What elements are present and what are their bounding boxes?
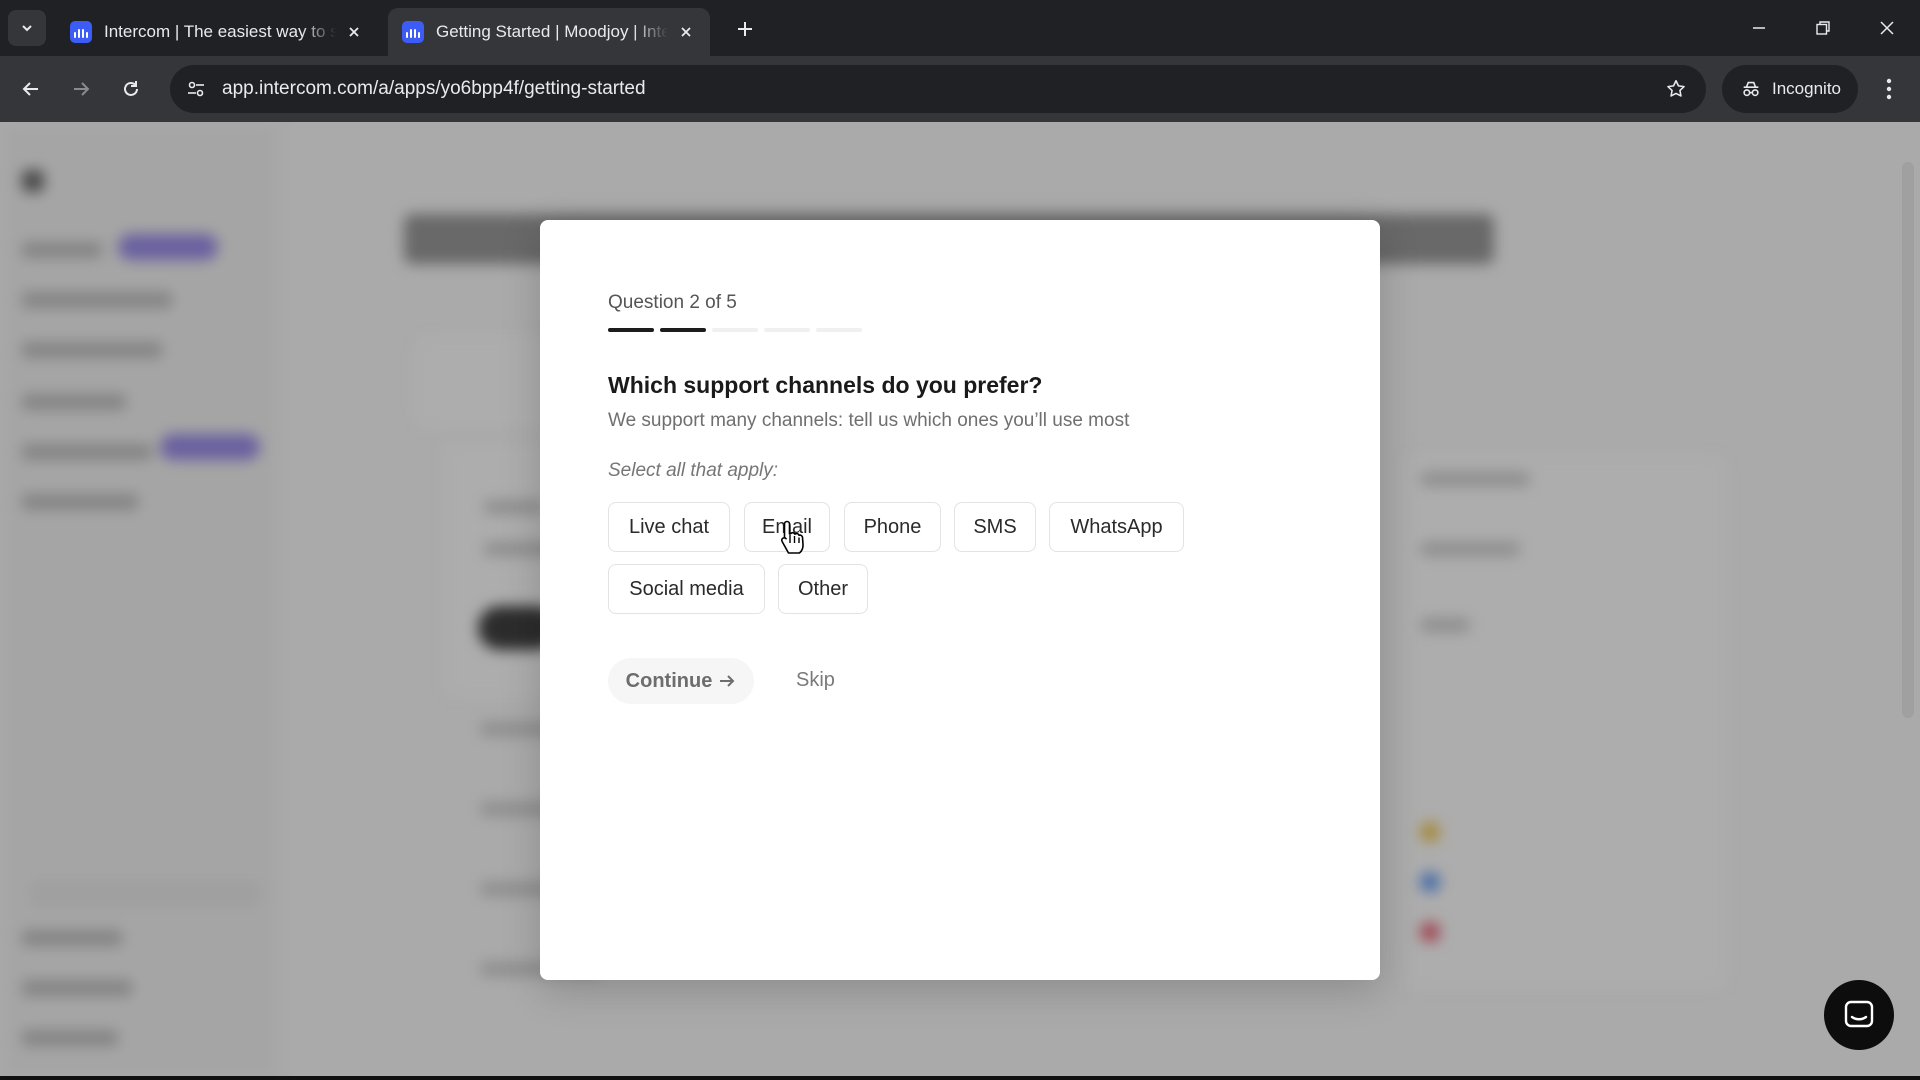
new-tab-button[interactable] <box>730 14 760 44</box>
reload-button[interactable] <box>114 72 148 106</box>
question-hint: Select all that apply: <box>608 460 779 481</box>
more-vertical-icon <box>1886 78 1892 100</box>
intercom-logo-icon <box>70 21 92 43</box>
progress-segment <box>764 328 810 332</box>
tune-icon <box>188 81 204 97</box>
option-social-media[interactable]: Social media <box>608 564 765 614</box>
address-bar[interactable]: app.intercom.com/a/apps/yo6bpp4f/getting… <box>170 65 1706 113</box>
plus-icon <box>738 22 752 36</box>
close-icon <box>1880 21 1894 35</box>
minimize-button[interactable] <box>1736 10 1782 46</box>
close-window-button[interactable] <box>1864 10 1910 46</box>
continue-button[interactable]: Continue <box>608 658 754 704</box>
option-sms[interactable]: SMS <box>954 502 1036 552</box>
messenger-icon <box>1844 1000 1874 1028</box>
messenger-launcher-button[interactable] <box>1824 980 1894 1050</box>
progress-segment <box>816 328 862 332</box>
progress-segment <box>608 328 654 332</box>
taskbar-edge <box>0 1076 1920 1080</box>
forward-button[interactable] <box>64 72 98 106</box>
browser-tab-intercom[interactable]: Intercom | The easiest way to se <box>56 8 378 56</box>
question-subtitle: We support many channels: tell us which … <box>608 410 1130 431</box>
intercom-logo-icon <box>402 21 424 43</box>
incognito-icon <box>1743 81 1759 97</box>
option-phone[interactable]: Phone <box>844 502 941 552</box>
tab-title: Intercom | The easiest way to se <box>104 22 336 41</box>
hand-pointer-cursor-icon <box>780 520 804 554</box>
tab-close-icon[interactable] <box>676 22 696 42</box>
question-counter: Question 2 of 5 <box>608 292 737 313</box>
browser-menu-button[interactable] <box>1872 72 1906 106</box>
tab-search-button[interactable] <box>8 10 46 46</box>
question-title: Which support channels do you prefer? <box>608 372 1043 398</box>
progress-segment <box>712 328 758 332</box>
bookmark-button[interactable] <box>1658 71 1694 107</box>
incognito-indicator[interactable]: Incognito <box>1722 65 1858 113</box>
back-button[interactable] <box>14 72 48 106</box>
incognito-label: Incognito <box>1772 79 1841 98</box>
chevron-down-icon <box>22 25 32 32</box>
tab-title: Getting Started | Moodjoy | Inte <box>436 22 668 41</box>
option-whatsapp[interactable]: WhatsApp <box>1049 502 1184 552</box>
browser-toolbar: app.intercom.com/a/apps/yo6bpp4f/getting… <box>0 56 1920 122</box>
progress-segment <box>660 328 706 332</box>
skip-link[interactable]: Skip <box>796 669 835 692</box>
browser-tabstrip: Intercom | The easiest way to se Getting… <box>0 0 1920 56</box>
option-other[interactable]: Other <box>778 564 868 614</box>
browser-tab-getting-started[interactable]: Getting Started | Moodjoy | Inte <box>388 8 710 56</box>
arrow-right-icon <box>720 675 735 687</box>
reload-icon <box>124 81 138 96</box>
restore-icon <box>1816 21 1830 35</box>
url-text: app.intercom.com/a/apps/yo6bpp4f/getting… <box>222 78 646 99</box>
arrow-right-icon <box>74 82 90 96</box>
question-progress <box>608 328 862 332</box>
restore-button[interactable] <box>1800 10 1846 46</box>
option-live-chat[interactable]: Live chat <box>608 502 730 552</box>
star-icon <box>1667 79 1685 97</box>
page-scrollbar[interactable] <box>1902 162 1914 718</box>
continue-label: Continue <box>625 669 713 692</box>
minimize-icon <box>1753 27 1765 29</box>
tab-close-icon[interactable] <box>344 22 364 42</box>
site-info-button[interactable] <box>178 71 214 107</box>
arrow-left-icon <box>22 82 38 96</box>
onboarding-question-modal: Question 2 of 5 Which support channels d… <box>540 220 1380 980</box>
